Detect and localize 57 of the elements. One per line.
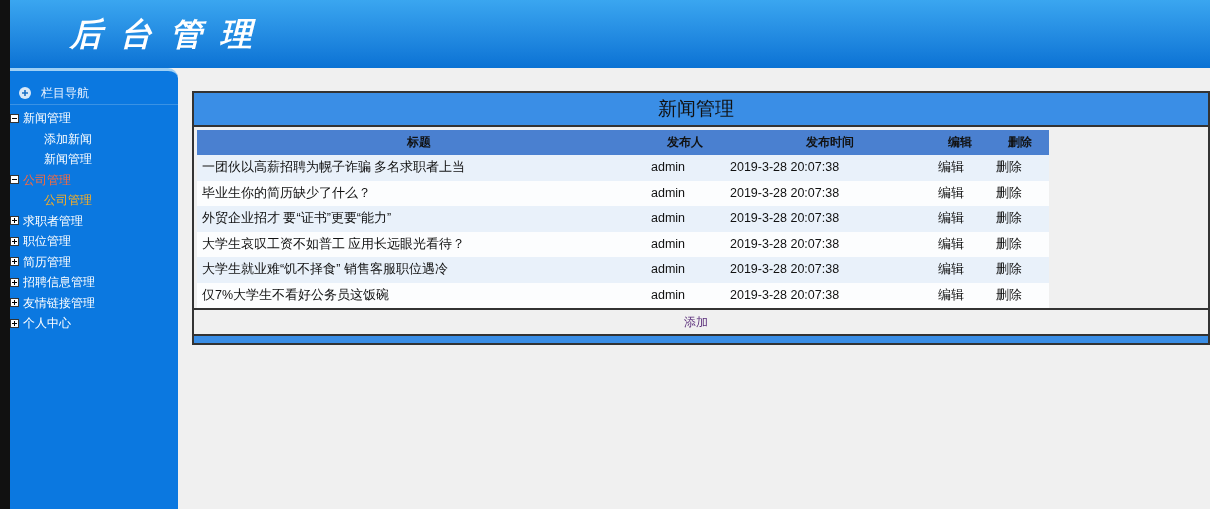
edit-link[interactable]: 编辑 [930, 231, 990, 257]
table-cell-text: admin [650, 159, 687, 176]
table-cell-text: 一团伙以高薪招聘为幌子诈骗 多名求职者上当 [201, 159, 467, 176]
column-header: 删除 [1007, 134, 1033, 151]
expand-icon[interactable] [10, 318, 19, 328]
nav-item[interactable]: 招聘信息管理 [23, 273, 95, 292]
edit-link[interactable]: 编辑 [930, 155, 990, 181]
table-cell-text: 2019-3-28 20:07:38 [730, 210, 841, 227]
column-header: 发布人 [666, 134, 704, 151]
table-cell-text: 毕业生你的简历缺少了什么？ [201, 184, 372, 202]
delete-link[interactable]: 删除 [990, 231, 1049, 257]
table-cell-text: 2019-3-28 20:07:38 [730, 286, 841, 304]
delete-link[interactable]: 删除 [990, 282, 1049, 308]
table-cell-text: 2019-3-28 20:07:38 [730, 235, 841, 253]
edit-link[interactable]: 编辑 [930, 206, 990, 232]
table-cell-text: 大学生哀叹工资不如普工 应用长远眼光看待？ [201, 235, 467, 253]
plus-circle-icon [19, 86, 31, 99]
table-cell-text: 外贸企业招才 要“证书”更要“能力” [201, 210, 393, 227]
nav-item[interactable]: 职位管理 [23, 232, 71, 251]
add-link[interactable]: 添加 [684, 313, 708, 331]
table-cell-text: 2019-3-28 20:07:38 [730, 159, 841, 176]
site-title: 后台管理 [70, 14, 270, 55]
column-header: 编辑 [947, 134, 973, 151]
expand-icon[interactable] [10, 298, 19, 308]
nav-item[interactable]: 求职者管理 [23, 211, 83, 230]
nav-item[interactable]: 友情链接管理 [23, 293, 95, 312]
sidebar-title: 栏目导航 [41, 84, 89, 102]
collapse-icon[interactable] [10, 113, 19, 123]
delete-link[interactable]: 删除 [990, 180, 1049, 206]
table-cell-text: admin [650, 286, 687, 304]
column-header: 标题 [405, 134, 432, 151]
expand-icon[interactable] [10, 236, 19, 246]
edit-link[interactable]: 编辑 [930, 257, 990, 283]
column-header: 发布时间 [805, 134, 855, 151]
panel-title: 新闻管理 [658, 96, 734, 121]
nav-item[interactable]: 个人中心 [23, 314, 71, 333]
table-cell-text: 2019-3-28 20:07:38 [730, 184, 841, 202]
table-cell-text: 2019-3-28 20:07:38 [730, 261, 841, 278]
collapse-icon[interactable] [10, 175, 19, 185]
delete-link[interactable]: 删除 [990, 155, 1049, 181]
expand-icon[interactable] [10, 277, 19, 287]
nav-item[interactable]: 新闻管理 [23, 109, 71, 128]
table-cell-text: admin [650, 184, 687, 202]
nav-item[interactable]: 简历管理 [23, 252, 71, 271]
delete-link[interactable]: 删除 [990, 206, 1049, 232]
table-cell-text: admin [650, 261, 687, 278]
edit-link[interactable]: 编辑 [930, 180, 990, 206]
table-cell-text: 大学生就业难“饥不择食” 销售客服职位遇冷 [201, 261, 449, 278]
table-cell-text: 仅7%大学生不看好公务员这饭碗 [201, 286, 391, 304]
nav-subitem[interactable]: 新闻管理 [44, 150, 92, 169]
edit-link[interactable]: 编辑 [930, 282, 990, 308]
delete-link[interactable]: 删除 [990, 257, 1049, 283]
expand-icon[interactable] [10, 216, 19, 226]
table-cell-text: admin [650, 210, 687, 227]
expand-icon[interactable] [10, 257, 19, 267]
nav-subitem[interactable]: 添加新闻 [44, 129, 92, 148]
table-cell-text: admin [650, 235, 687, 253]
